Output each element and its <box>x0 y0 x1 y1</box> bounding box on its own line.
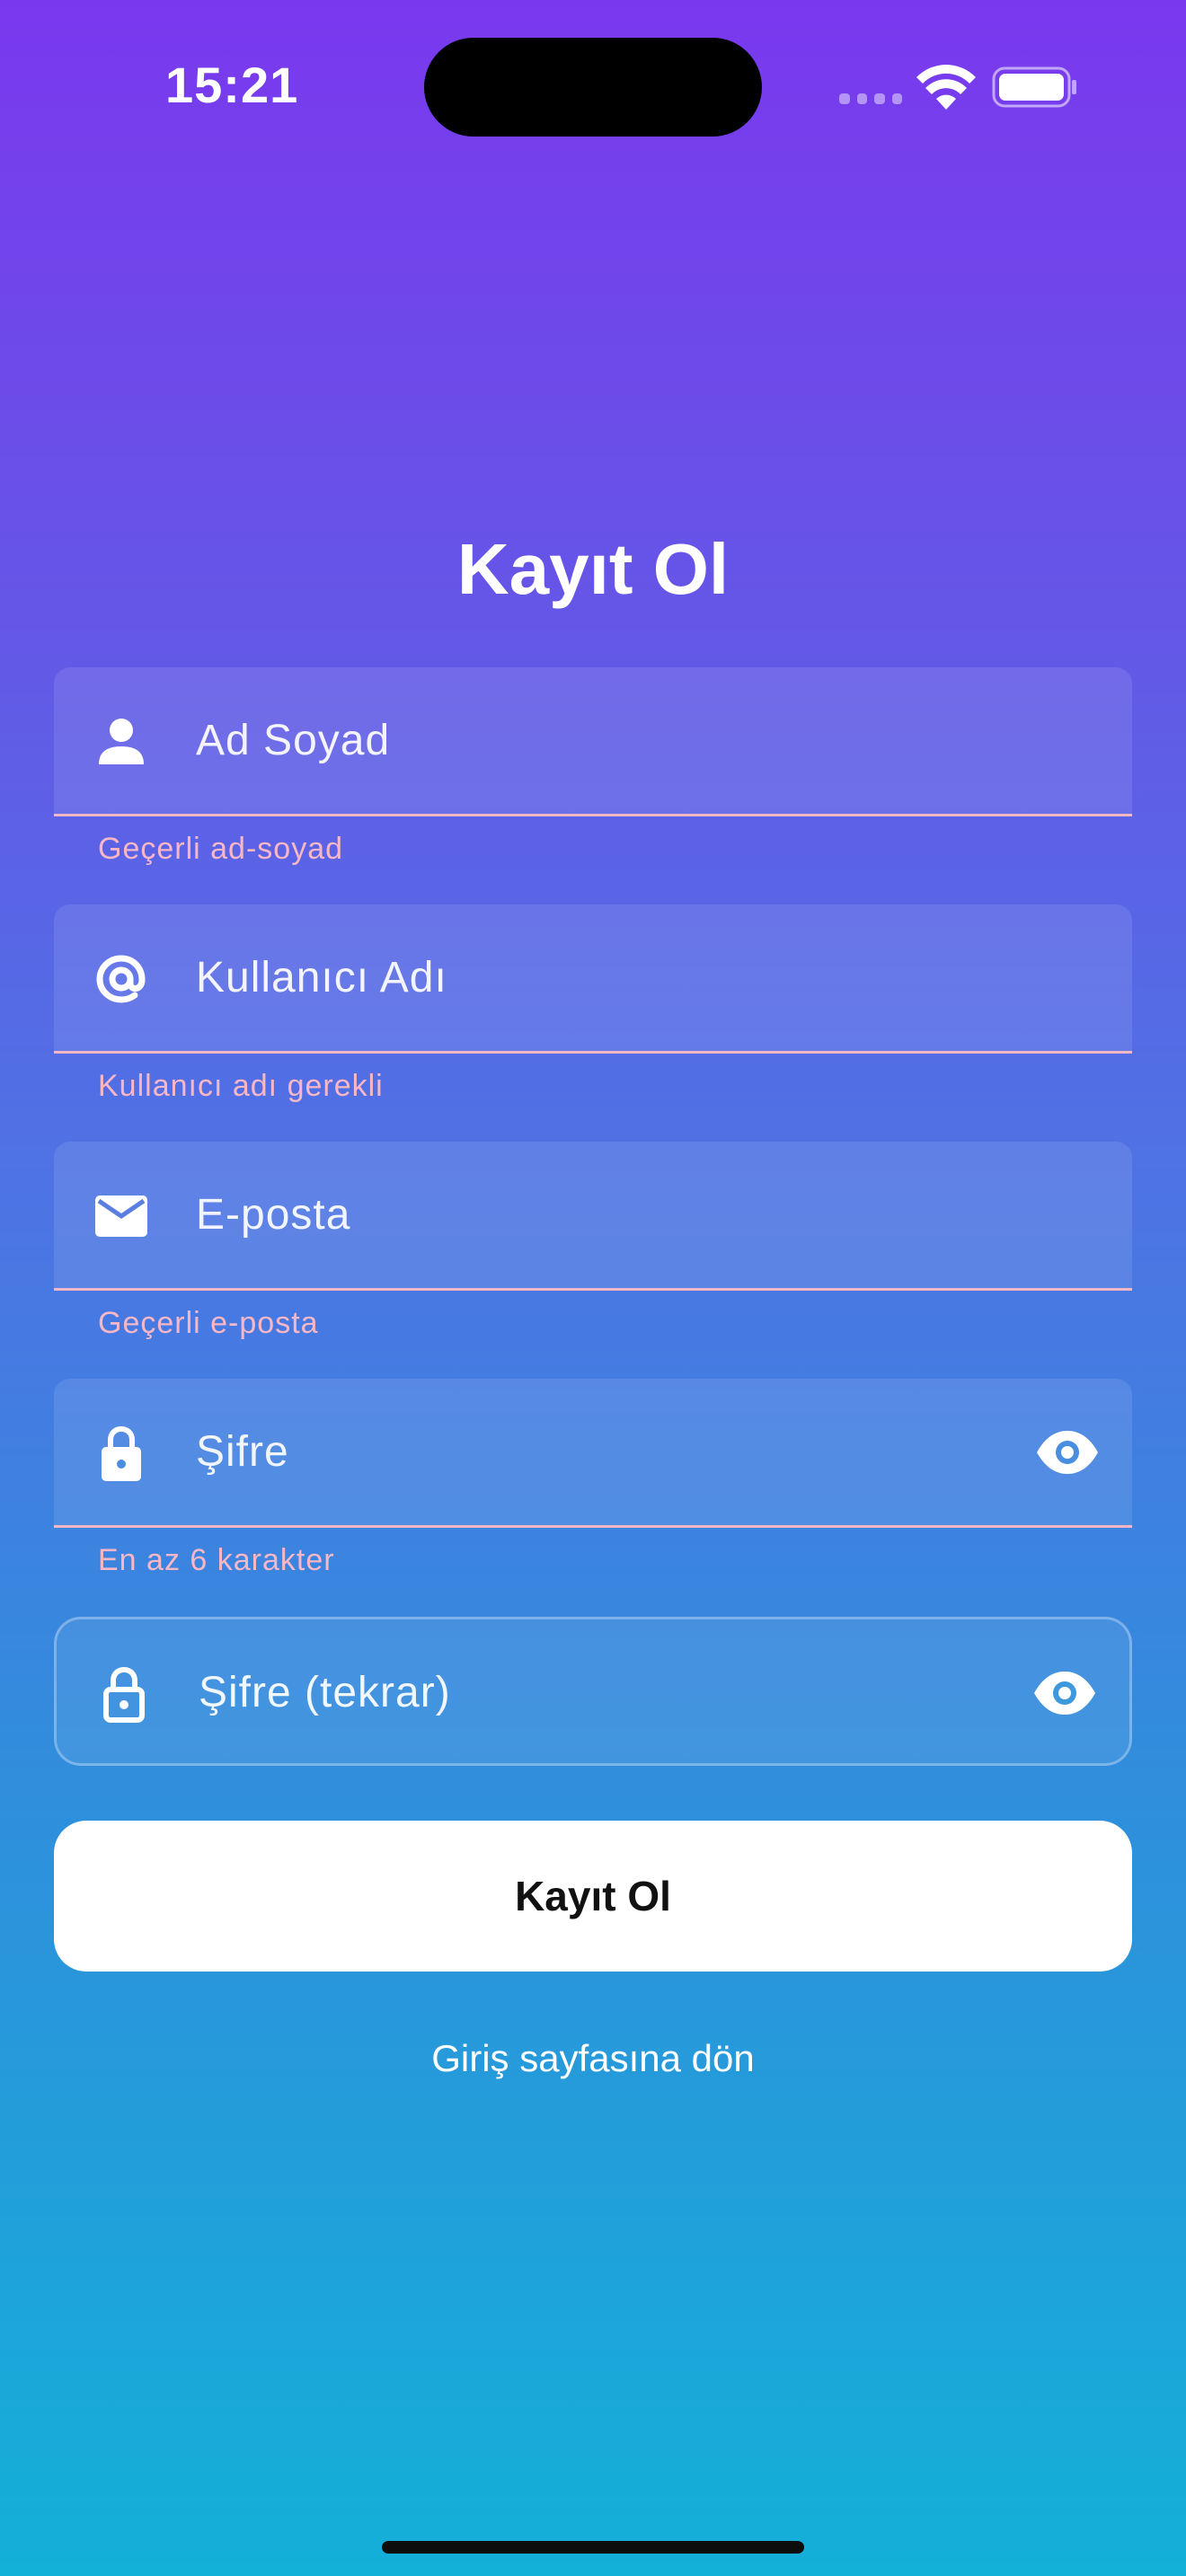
status-time: 15:21 <box>165 57 299 113</box>
mail-icon <box>95 1195 147 1237</box>
full-name-error: Geçerli ad-soyad <box>98 832 344 866</box>
home-indicator <box>382 2541 804 2554</box>
wifi-icon <box>916 65 976 110</box>
full-name-placeholder: Ad Soyad <box>196 717 391 764</box>
password-placeholder: Şifre <box>196 1428 289 1476</box>
back-to-login-link[interactable]: Giriş sayfasına dön <box>0 2037 1186 2080</box>
password-field[interactable]: Şifre <box>54 1379 1132 1528</box>
eye-icon[interactable] <box>1032 1670 1097 1716</box>
dynamic-island <box>424 38 762 137</box>
email-error: Geçerli e-posta <box>98 1306 319 1340</box>
username-field[interactable]: Kullanıcı Adı <box>54 904 1132 1054</box>
status-bar: 15:21 <box>0 0 1186 171</box>
lock-icon <box>102 1425 141 1481</box>
full-name-field[interactable]: Ad Soyad <box>54 667 1132 816</box>
person-icon <box>99 719 144 764</box>
password-confirm-placeholder: Şifre (tekrar) <box>199 1669 451 1716</box>
username-error: Kullanıcı adı gerekli <box>98 1069 384 1103</box>
eye-icon[interactable] <box>1035 1429 1100 1476</box>
username-placeholder: Kullanıcı Adı <box>196 954 447 1001</box>
password-error: En az 6 karakter <box>98 1543 335 1577</box>
email-placeholder: E-posta <box>196 1191 351 1239</box>
battery-icon <box>992 66 1076 108</box>
email-field[interactable]: E-posta <box>54 1142 1132 1291</box>
at-sign-icon <box>96 955 146 1003</box>
password-confirm-field[interactable]: Şifre (tekrar) <box>54 1617 1132 1766</box>
register-button[interactable]: Kayıt Ol <box>54 1821 1132 1972</box>
lock-outline-icon <box>103 1666 145 1723</box>
page-title: Kayıt Ol <box>456 529 730 609</box>
cellular-signal-icon <box>839 93 902 106</box>
